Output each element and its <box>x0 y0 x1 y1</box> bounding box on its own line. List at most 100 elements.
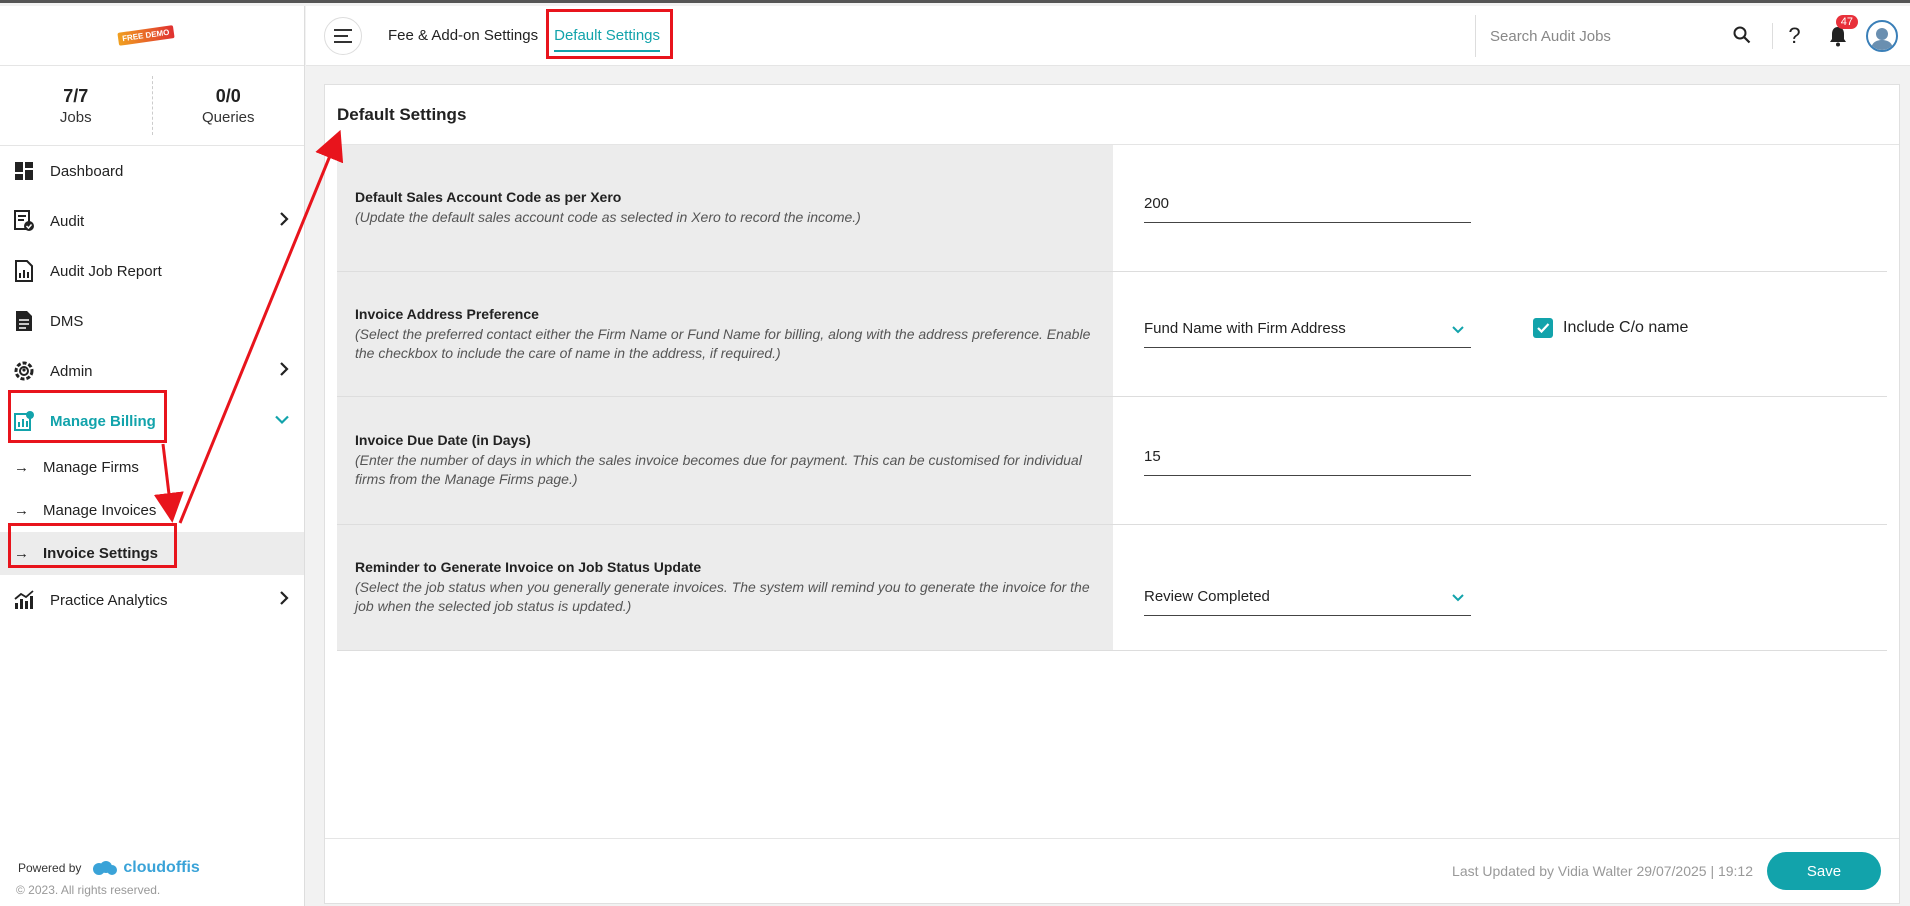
hamburger-icon <box>334 28 352 43</box>
billing-icon <box>12 409 36 433</box>
arrow-right-icon: → <box>14 502 29 519</box>
notifications-button[interactable]: 47 <box>1816 15 1860 47</box>
sidebar-item-audit[interactable]: Audit <box>0 196 304 246</box>
setting-info: Invoice Due Date (in Days) (Enter the nu… <box>337 397 1113 524</box>
sidebar-subitem-invoice-settings[interactable]: → Invoice Settings <box>0 532 304 575</box>
search-icon[interactable] <box>1733 26 1751 49</box>
sidebar-item-label: Audit Job Report <box>50 262 162 280</box>
sidebar-subitem-label: Manage Invoices <box>43 502 157 519</box>
include-co-name-checkbox[interactable]: Include C/o name <box>1533 318 1688 338</box>
setting-control: Review Completed <box>1113 525 1887 650</box>
setting-control: Fund Name with Firm Address Include C/o … <box>1113 272 1887 396</box>
cloudoffis-logo[interactable]: cloudoffis <box>91 859 200 877</box>
admin-gear-icon <box>12 359 36 383</box>
menu-toggle-button[interactable] <box>324 16 362 55</box>
stat-label: Jobs <box>59 108 92 126</box>
sidebar-item-label: DMS <box>50 312 84 330</box>
notification-badge: 47 <box>1835 15 1858 29</box>
footer-bar: Last Updated by Vidia Walter 29/07/2025 … <box>325 838 1899 903</box>
stats-panel: 7/7 Jobs 0/0 Queries <box>0 66 304 146</box>
search-input[interactable] <box>1490 27 1710 45</box>
address-preference-select[interactable]: Fund Name with Firm Address <box>1144 320 1471 348</box>
sidebar-item-label: Audit <box>50 212 85 230</box>
sidebar-item-dashboard[interactable]: Dashboard <box>0 146 304 196</box>
arrow-right-icon: → <box>14 459 29 476</box>
powered-by-label: Powered by <box>18 861 82 875</box>
avatar[interactable] <box>1866 20 1898 52</box>
setting-description: (Select the job status when you generall… <box>355 579 1090 614</box>
chevron-down-icon <box>1451 590 1465 607</box>
stat-jobs[interactable]: 7/7 Jobs <box>0 66 152 145</box>
job-status-select[interactable]: Review Completed <box>1144 588 1471 616</box>
sidebar-subitem-label: Manage Firms <box>43 459 139 476</box>
report-icon <box>12 259 36 283</box>
brand-name: cloudoffis <box>123 859 200 876</box>
setting-info: Default Sales Account Code as per Xero (… <box>337 145 1113 271</box>
page-title: Default Settings <box>325 85 1899 145</box>
dashboard-icon <box>12 159 36 183</box>
chevron-right-icon <box>278 361 290 381</box>
setting-info: Invoice Address Preference (Select the p… <box>337 272 1113 396</box>
setting-title: Invoice Address Preference <box>355 305 539 322</box>
sidebar-item-label: Dashboard <box>50 162 124 180</box>
document-icon <box>12 309 36 333</box>
setting-title: Default Sales Account Code as per Xero <box>355 189 622 205</box>
stat-label: Queries <box>201 108 255 126</box>
sidebar-nav: Dashboard Audit Audit Job Report DMS Adm… <box>0 146 304 625</box>
stat-queries[interactable]: 0/0 Queries <box>151 76 305 135</box>
stat-value: 7/7 <box>63 85 89 106</box>
sidebar-item-manage-billing[interactable]: Manage Billing <box>0 396 304 446</box>
sidebar-item-admin[interactable]: Admin <box>0 346 304 396</box>
sidebar-item-label: Practice Analytics <box>50 591 168 609</box>
setting-description: (Update the default sales account code a… <box>355 209 861 225</box>
save-button[interactable]: Save <box>1767 852 1881 890</box>
setting-title: Invoice Due Date (in Days) <box>355 432 531 448</box>
chevron-right-icon <box>278 211 290 231</box>
chevron-down-icon <box>1451 322 1465 339</box>
arrow-right-icon: → <box>14 545 29 562</box>
cloud-icon <box>93 861 118 875</box>
copyright: © 2023. All rights reserved. <box>16 883 161 897</box>
setting-description: (Select the preferred contact either the… <box>355 325 1091 361</box>
main-panel: Default Settings Default Sales Account C… <box>324 84 1900 904</box>
setting-title: Reminder to Generate Invoice on Job Stat… <box>355 559 702 575</box>
sidebar-item-label: Admin <box>50 362 93 380</box>
free-demo-logo[interactable]: FREE DEMO <box>117 25 175 46</box>
sidebar-item-label: Manage Billing <box>50 412 156 430</box>
help-icon[interactable]: ? <box>1772 23 1816 49</box>
top-icons: ? 47 <box>1772 6 1910 66</box>
audit-icon <box>12 209 36 233</box>
setting-control: 15 <box>1113 397 1887 524</box>
sidebar-item-practice-analytics[interactable]: Practice Analytics <box>0 575 304 625</box>
sidebar: FREE DEMO 7/7 Jobs 0/0 Queries Dashboard… <box>0 6 305 906</box>
tab-default-settings[interactable]: Default Settings <box>554 21 660 52</box>
setting-row-invoice-address: Invoice Address Preference (Select the p… <box>337 272 1887 397</box>
chevron-right-icon <box>278 590 290 610</box>
sales-account-code-input[interactable]: 200 <box>1144 195 1471 223</box>
setting-row-reminder-job-status: Reminder to Generate Invoice on Job Stat… <box>337 525 1887 651</box>
logo-area: FREE DEMO <box>0 6 304 66</box>
setting-row-invoice-due-date: Invoice Due Date (in Days) (Enter the nu… <box>337 397 1887 525</box>
due-date-days-input[interactable]: 15 <box>1144 448 1471 476</box>
checkbox-label: Include C/o name <box>1563 319 1689 336</box>
setting-info: Reminder to Generate Invoice on Job Stat… <box>337 525 1113 650</box>
search-box <box>1475 15 1765 57</box>
last-updated-text: Last Updated by Vidia Walter 29/07/2025 … <box>1452 863 1753 879</box>
settings-list: Default Sales Account Code as per Xero (… <box>337 145 1887 651</box>
select-value: Fund Name with Firm Address <box>1144 320 1346 337</box>
powered-by: Powered by cloudoffis © 2023. All rights… <box>16 859 200 897</box>
sidebar-subitem-label: Invoice Settings <box>43 545 159 562</box>
sidebar-subitem-manage-firms[interactable]: → Manage Firms <box>0 446 304 489</box>
checkbox-checked-icon <box>1533 318 1553 338</box>
setting-description: (Enter the number of days in which the s… <box>355 452 1082 487</box>
select-value: Review Completed <box>1144 588 1270 605</box>
stat-value: 0/0 <box>215 85 241 106</box>
tab-fee-addon-settings[interactable]: Fee & Add-on Settings <box>388 21 538 50</box>
user-avatar-icon <box>1871 28 1893 50</box>
analytics-icon <box>12 588 36 612</box>
sidebar-item-audit-job-report[interactable]: Audit Job Report <box>0 246 304 296</box>
sidebar-subitem-manage-invoices[interactable]: → Manage Invoices <box>0 489 304 532</box>
sidebar-item-dms[interactable]: DMS <box>0 296 304 346</box>
setting-row-sales-account-code: Default Sales Account Code as per Xero (… <box>337 145 1887 272</box>
chevron-down-icon <box>274 413 290 430</box>
